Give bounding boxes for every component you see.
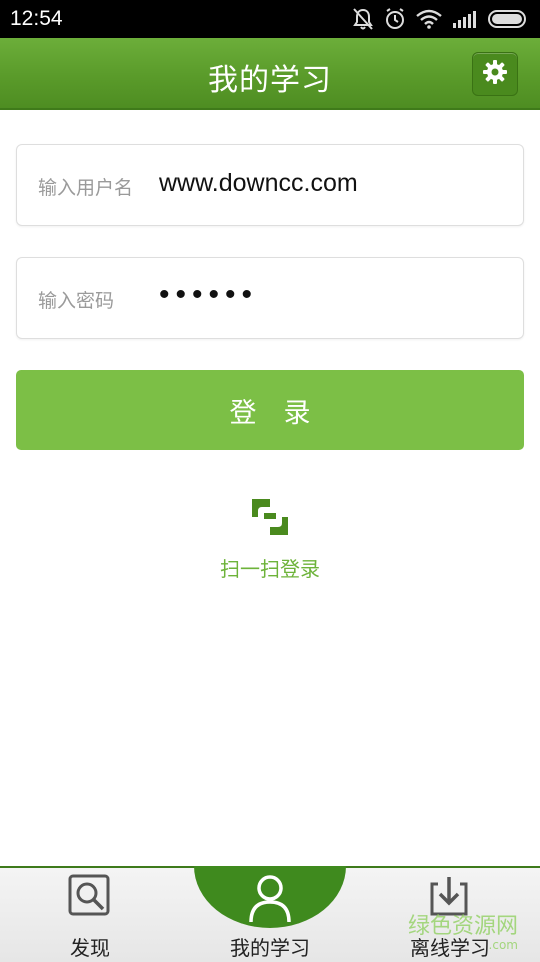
title-bar: 我的学习 [0, 38, 540, 110]
nav-label-discover: 发现 [70, 936, 110, 960]
user-icon [248, 874, 292, 928]
nav-item-discover[interactable]: 发现 [0, 868, 180, 962]
settings-button[interactable] [472, 52, 518, 96]
username-input[interactable]: www.downcc.com [159, 169, 358, 198]
signal-icon [452, 6, 478, 32]
scan-icon [248, 495, 292, 543]
scan-login-label: 扫一扫登录 [220, 557, 320, 581]
password-field[interactable]: 输入密码 •••••• [16, 257, 524, 339]
status-icons [352, 6, 530, 32]
mute-bell-icon [352, 6, 374, 32]
page-title: 我的学习 [208, 63, 332, 98]
watermark: 绿色资源网 .com [408, 908, 518, 952]
password-label: 输入密码 [38, 290, 115, 312]
alarm-icon [384, 6, 406, 32]
password-input[interactable]: •••••• [159, 278, 258, 312]
username-field[interactable]: 输入用户名 www.downcc.com [16, 144, 524, 226]
battery-icon [488, 6, 530, 32]
username-label: 输入用户名 [38, 177, 134, 199]
nav-item-my-learning[interactable]: 我的学习 [180, 868, 360, 962]
scan-login[interactable]: 扫一扫登录 [0, 495, 540, 582]
search-icon [68, 874, 110, 920]
login-button[interactable]: 登 录 [16, 370, 524, 450]
wifi-icon [416, 6, 442, 32]
status-time: 12:54 [10, 7, 63, 30]
gear-icon [482, 59, 508, 89]
watermark-text: 绿色资源网 [407, 914, 518, 939]
status-bar: 12:54 [0, 0, 540, 38]
watermark-sub: .com [488, 938, 518, 952]
nav-label-my-learning: 我的学习 [230, 936, 310, 960]
